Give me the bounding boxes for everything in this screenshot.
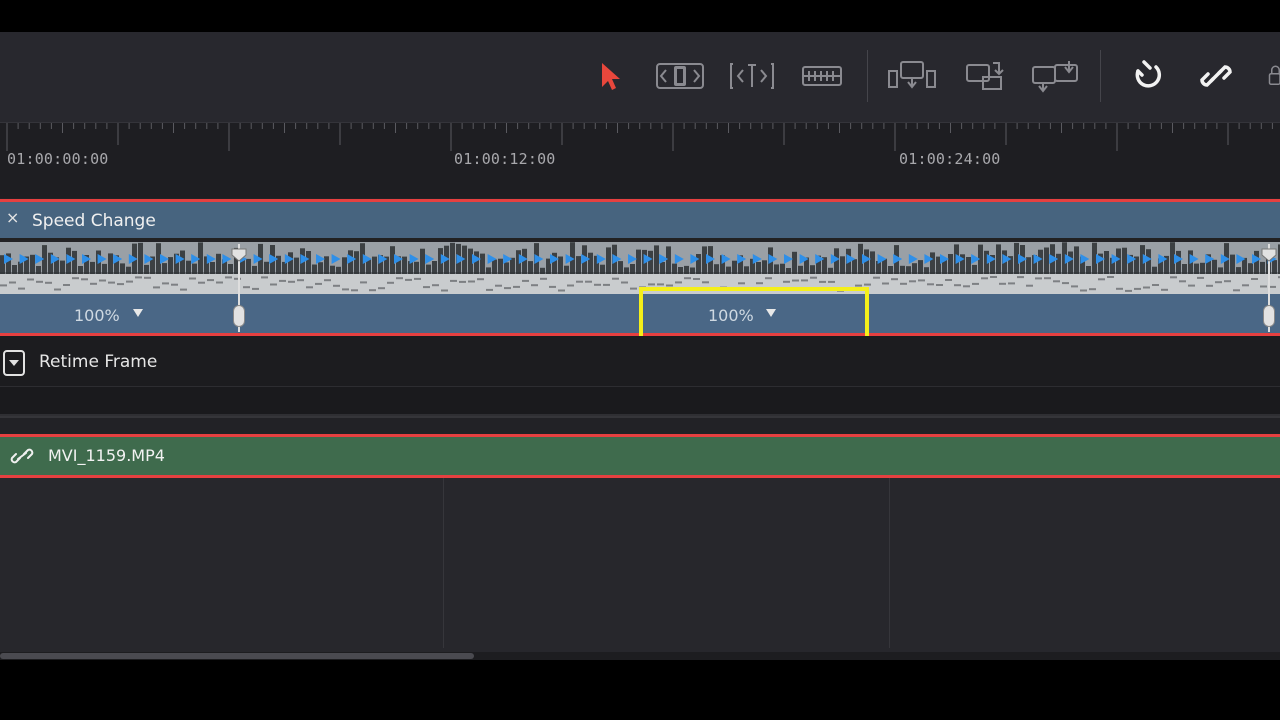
speed-change-title: Speed Change [32,211,156,231]
timecode-label: 01:00:12:00 [454,150,556,168]
insert-clip-icon[interactable] [886,56,940,96]
empty-track-area [0,478,1280,652]
blade-icon[interactable] [800,56,844,96]
horizontal-scrollbar[interactable] [0,652,1280,660]
dynamic-trim-icon[interactable] [728,56,776,96]
expand-dropdown-icon[interactable] [3,350,25,376]
speed-point-top-handle[interactable] [1261,248,1277,262]
retime-frame-label: Retime Frame [39,352,158,372]
speed-change-header[interactable]: × Speed Change [0,202,1280,240]
linked-selection-icon[interactable] [1196,56,1236,96]
ruler-ticks [6,123,1273,151]
close-icon[interactable]: × [6,208,19,227]
video-clip[interactable]: MVI_1159.MP4 [0,437,1280,475]
replace-clip-icon[interactable] [1028,56,1082,96]
timecode-ruler[interactable]: 01:00:00:00 01:00:12:00 01:00:24:00 [0,122,1280,198]
timecode-label: 01:00:24:00 [899,150,1001,168]
chevron-down-icon[interactable] [133,309,143,317]
speed-point-handle[interactable] [233,305,245,327]
timecode-label: 01:00:00:00 [7,150,109,168]
trim-edit-icon[interactable] [654,56,706,96]
speed-point-handle[interactable] [1263,305,1275,327]
timeline-panel: 01:00:00:00 01:00:12:00 01:00:24:00 × Sp… [0,32,1280,660]
overwrite-clip-icon[interactable] [962,56,1006,96]
grid-line [889,478,890,648]
link-icon [10,448,34,464]
lock-icon[interactable] [1262,56,1280,96]
scrollbar-thumb[interactable] [0,653,474,659]
clip-name: MVI_1159.MP4 [48,446,165,465]
track-divider [0,416,1280,434]
retime-frame-lane [0,386,1280,416]
toolbar-separator [1100,50,1101,102]
selection-arrow-icon[interactable] [596,56,624,96]
toolbar-separator [867,50,868,102]
timeline-toolbar [0,32,1280,122]
snapping-icon[interactable] [1128,56,1168,96]
grid-line [443,478,444,648]
speed-point-top-handle[interactable] [231,248,247,262]
retime-frame-row: Retime Frame [0,336,1280,386]
segment-speed-value[interactable]: 100% [74,306,120,325]
